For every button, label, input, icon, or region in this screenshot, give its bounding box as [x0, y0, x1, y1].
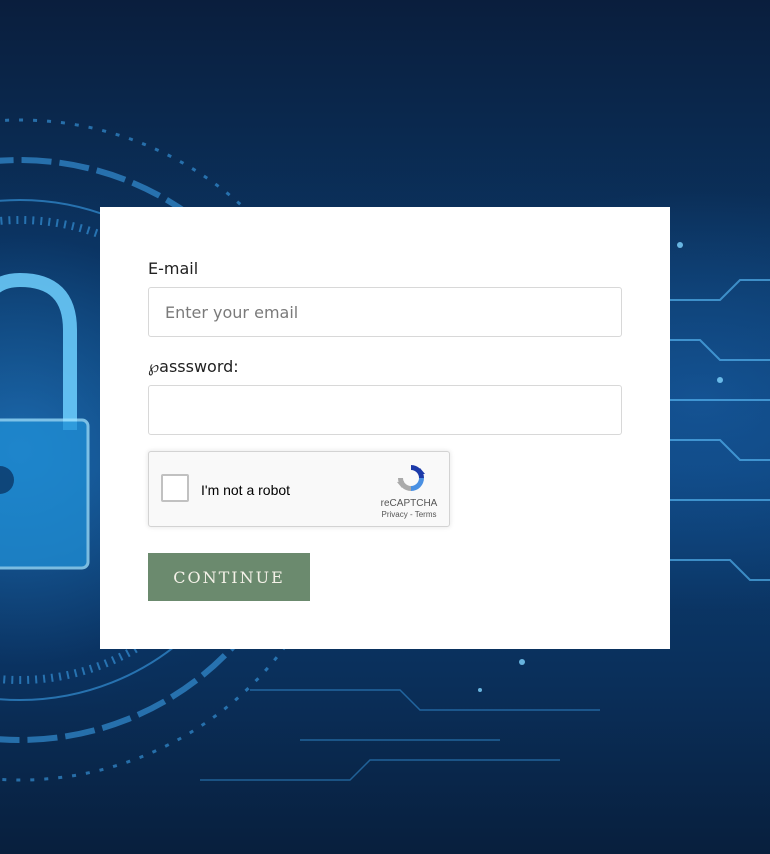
recaptcha-privacy-link[interactable]: Privacy	[382, 510, 408, 519]
recaptcha-checkbox[interactable]	[161, 474, 189, 502]
padlock-icon	[0, 272, 90, 570]
login-card: E-mail ℘asssword: I'm not a robot reCAPT…	[100, 207, 670, 649]
recaptcha-terms-link[interactable]: Terms	[415, 510, 437, 519]
continue-button[interactable]: CONTINUE	[148, 553, 310, 601]
recaptcha-links-separator: -	[407, 510, 415, 519]
email-input[interactable]	[148, 287, 622, 337]
recaptcha-widget: I'm not a robot reCAPTCHA Privacy - Term…	[148, 451, 450, 527]
email-label: E-mail	[148, 259, 199, 278]
password-input[interactable]	[148, 385, 622, 435]
recaptcha-checkbox-label: I'm not a robot	[201, 482, 291, 498]
recaptcha-links: Privacy - Terms	[369, 510, 449, 519]
recaptcha-brand: reCAPTCHA	[380, 498, 438, 509]
recaptcha-logo-icon	[397, 465, 425, 491]
password-label: ℘asssword:	[148, 357, 239, 376]
